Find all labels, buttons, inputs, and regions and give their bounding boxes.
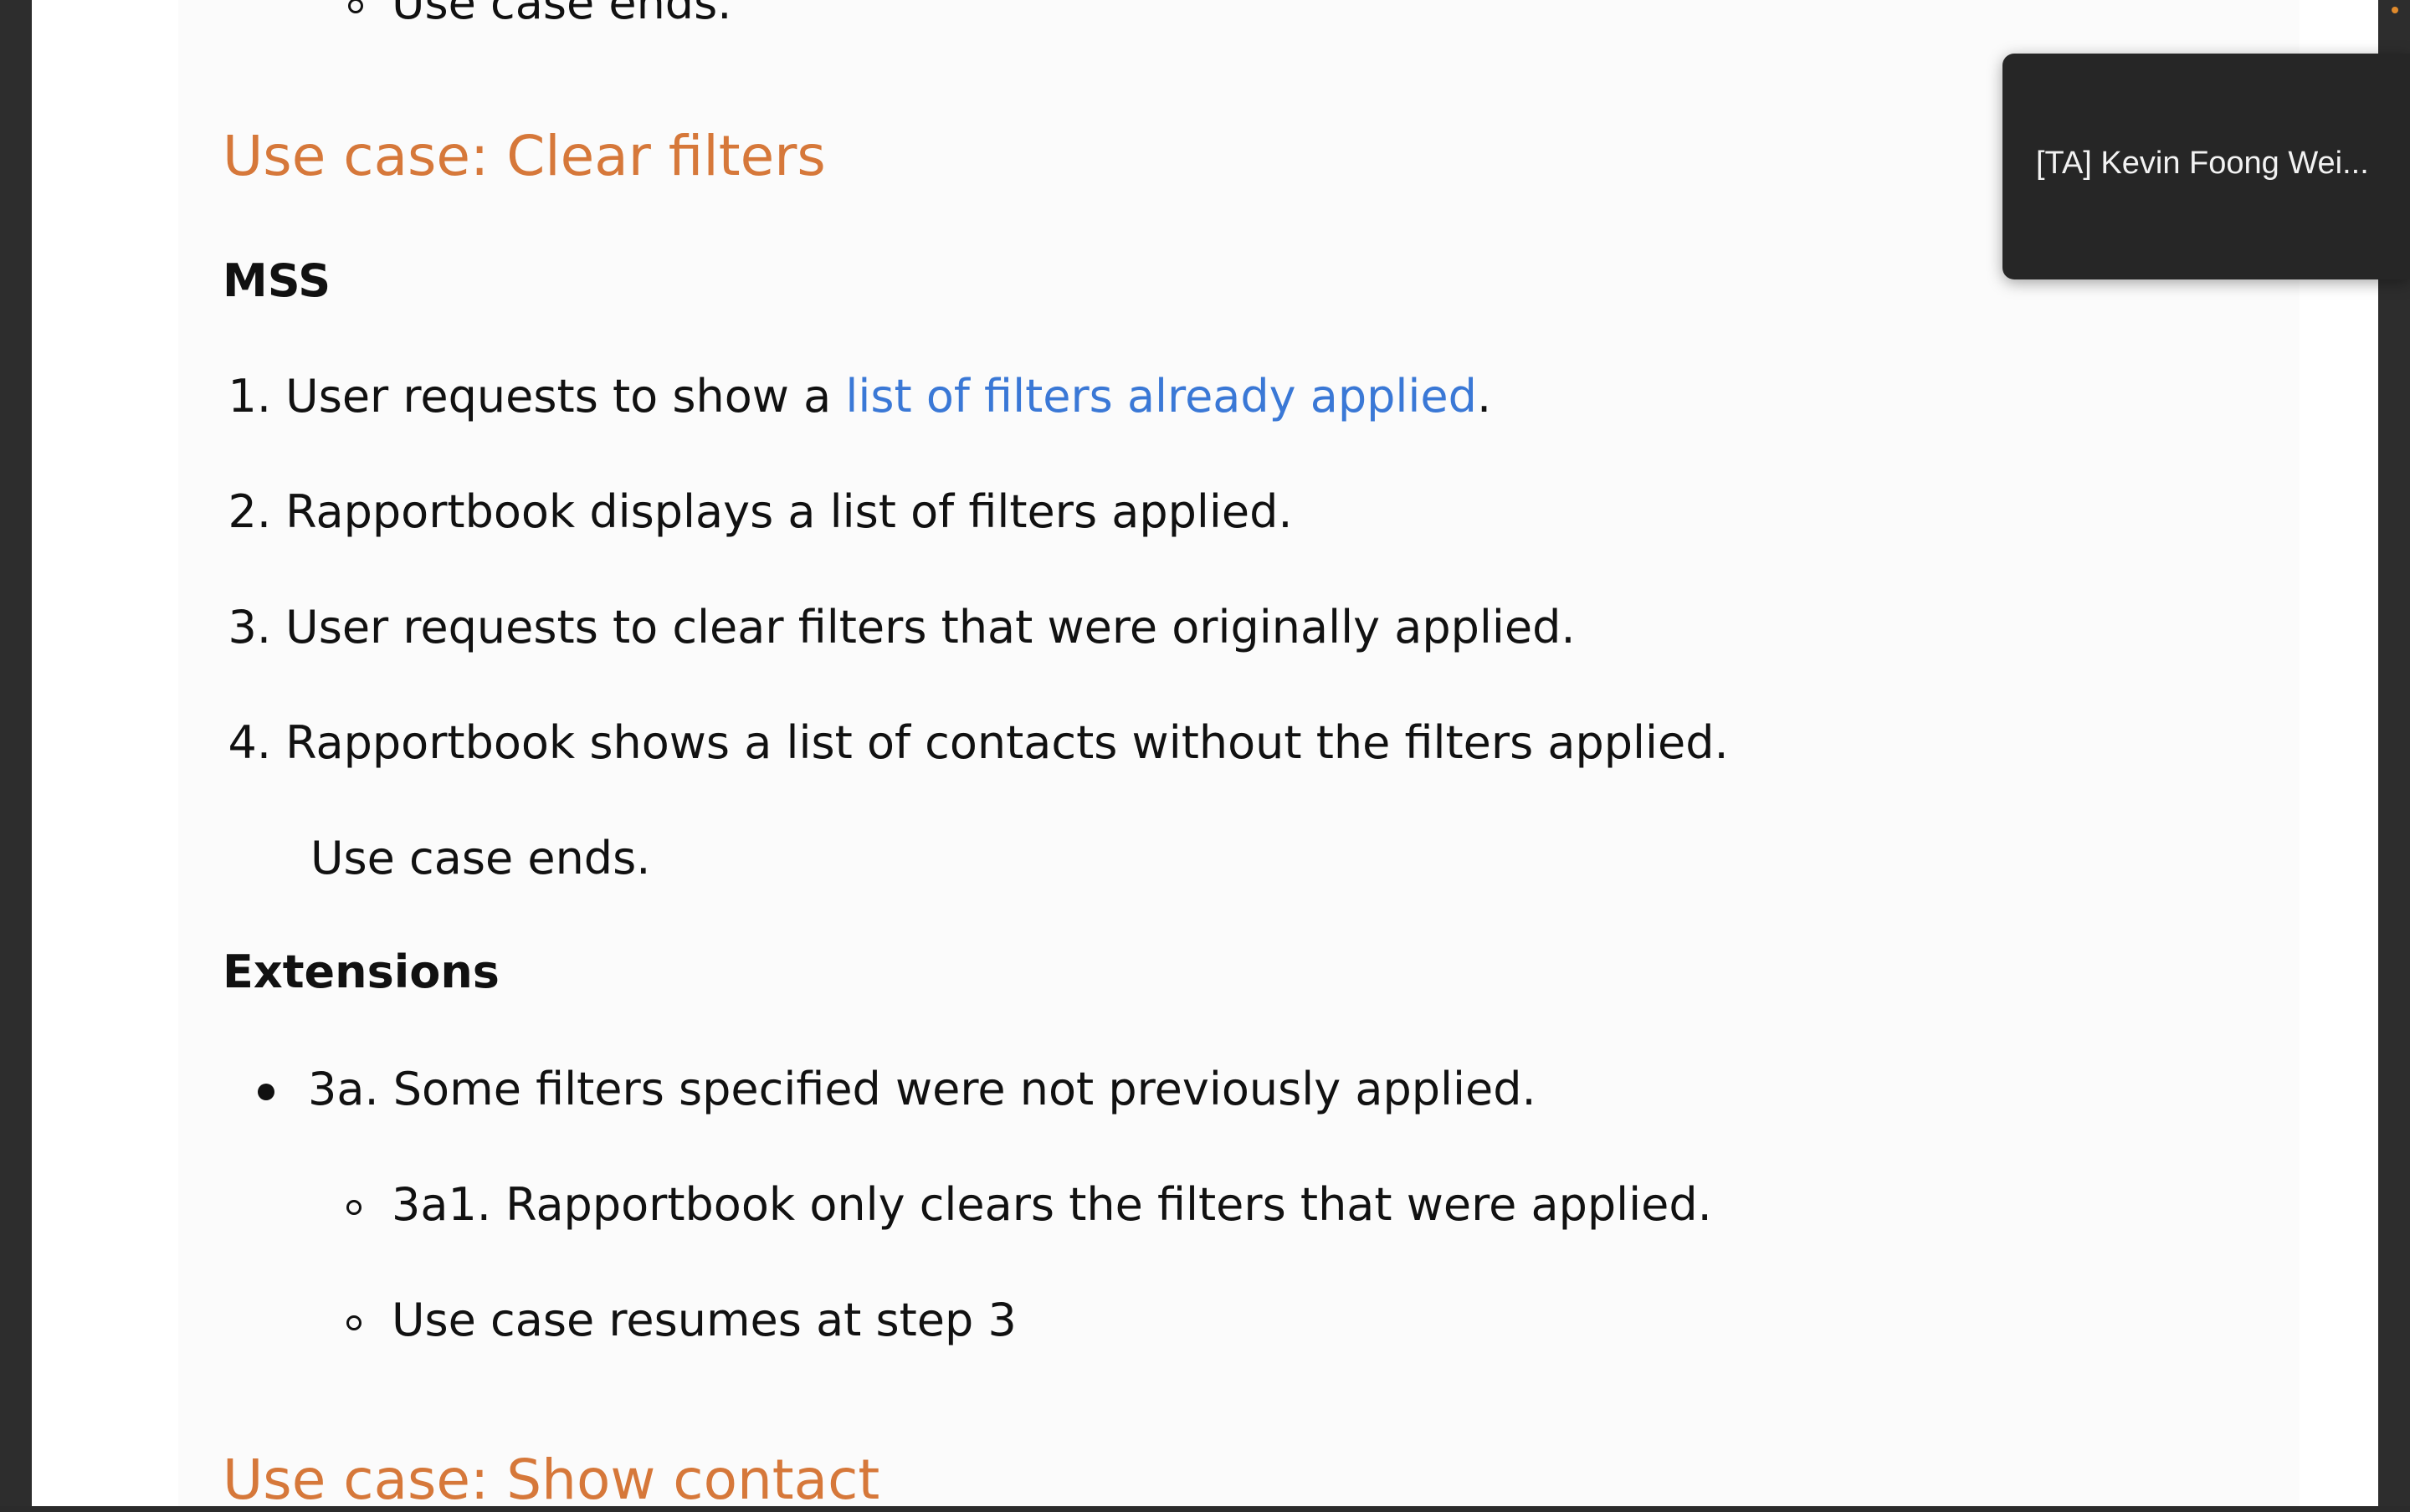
mss-label: MSS [223,254,331,307]
prev-section-tail: Use case ends. [348,0,731,29]
scroll-position-marker [2392,7,2398,13]
circle-bullet-icon [346,1315,362,1331]
extension-subitem: Use case resumes at step 3 [346,1294,1017,1346]
mss-step-1: 1. User requests to show a list of filte… [228,370,1492,423]
circle-bullet-icon [348,0,363,14]
step-text: User requests to show a [285,370,846,423]
document-content: Use case ends. Use case: Clear filters M… [178,0,2300,1512]
extension-item: 3a. Some filters specified were not prev… [258,1063,1536,1115]
participant-name: [TA] Kevin Foong Wei... [2036,146,2369,181]
step-text: Rapportbook shows a list of contacts wit… [285,716,1729,769]
section-title: Use case: Clear filters [223,124,826,188]
step-text: Rapportbook displays a list of filters a… [285,485,1293,538]
participant-video-tile[interactable]: [TA] Kevin Foong Wei... [2002,54,2410,279]
next-section-title: Use case: Show contact [223,1448,880,1512]
circle-bullet-icon [346,1200,362,1216]
extensions-label: Extensions [223,946,500,998]
mss-step-2: 2. Rapportbook displays a list of filter… [228,485,1293,538]
filters-applied-link[interactable]: list of filters already applied [845,370,1477,423]
left-gutter [0,0,32,1506]
extension-subitem: 3a1. Rapportbook only clears the filters… [346,1178,1712,1231]
use-case-ends: Use case ends. [310,832,651,884]
bullet-dot-icon [258,1084,274,1101]
mss-step-4: 4. Rapportbook shows a list of contacts … [228,716,1729,769]
mss-step-3: 3. User requests to clear filters that w… [228,601,1576,653]
step-text: User requests to clear filters that were… [285,601,1576,653]
